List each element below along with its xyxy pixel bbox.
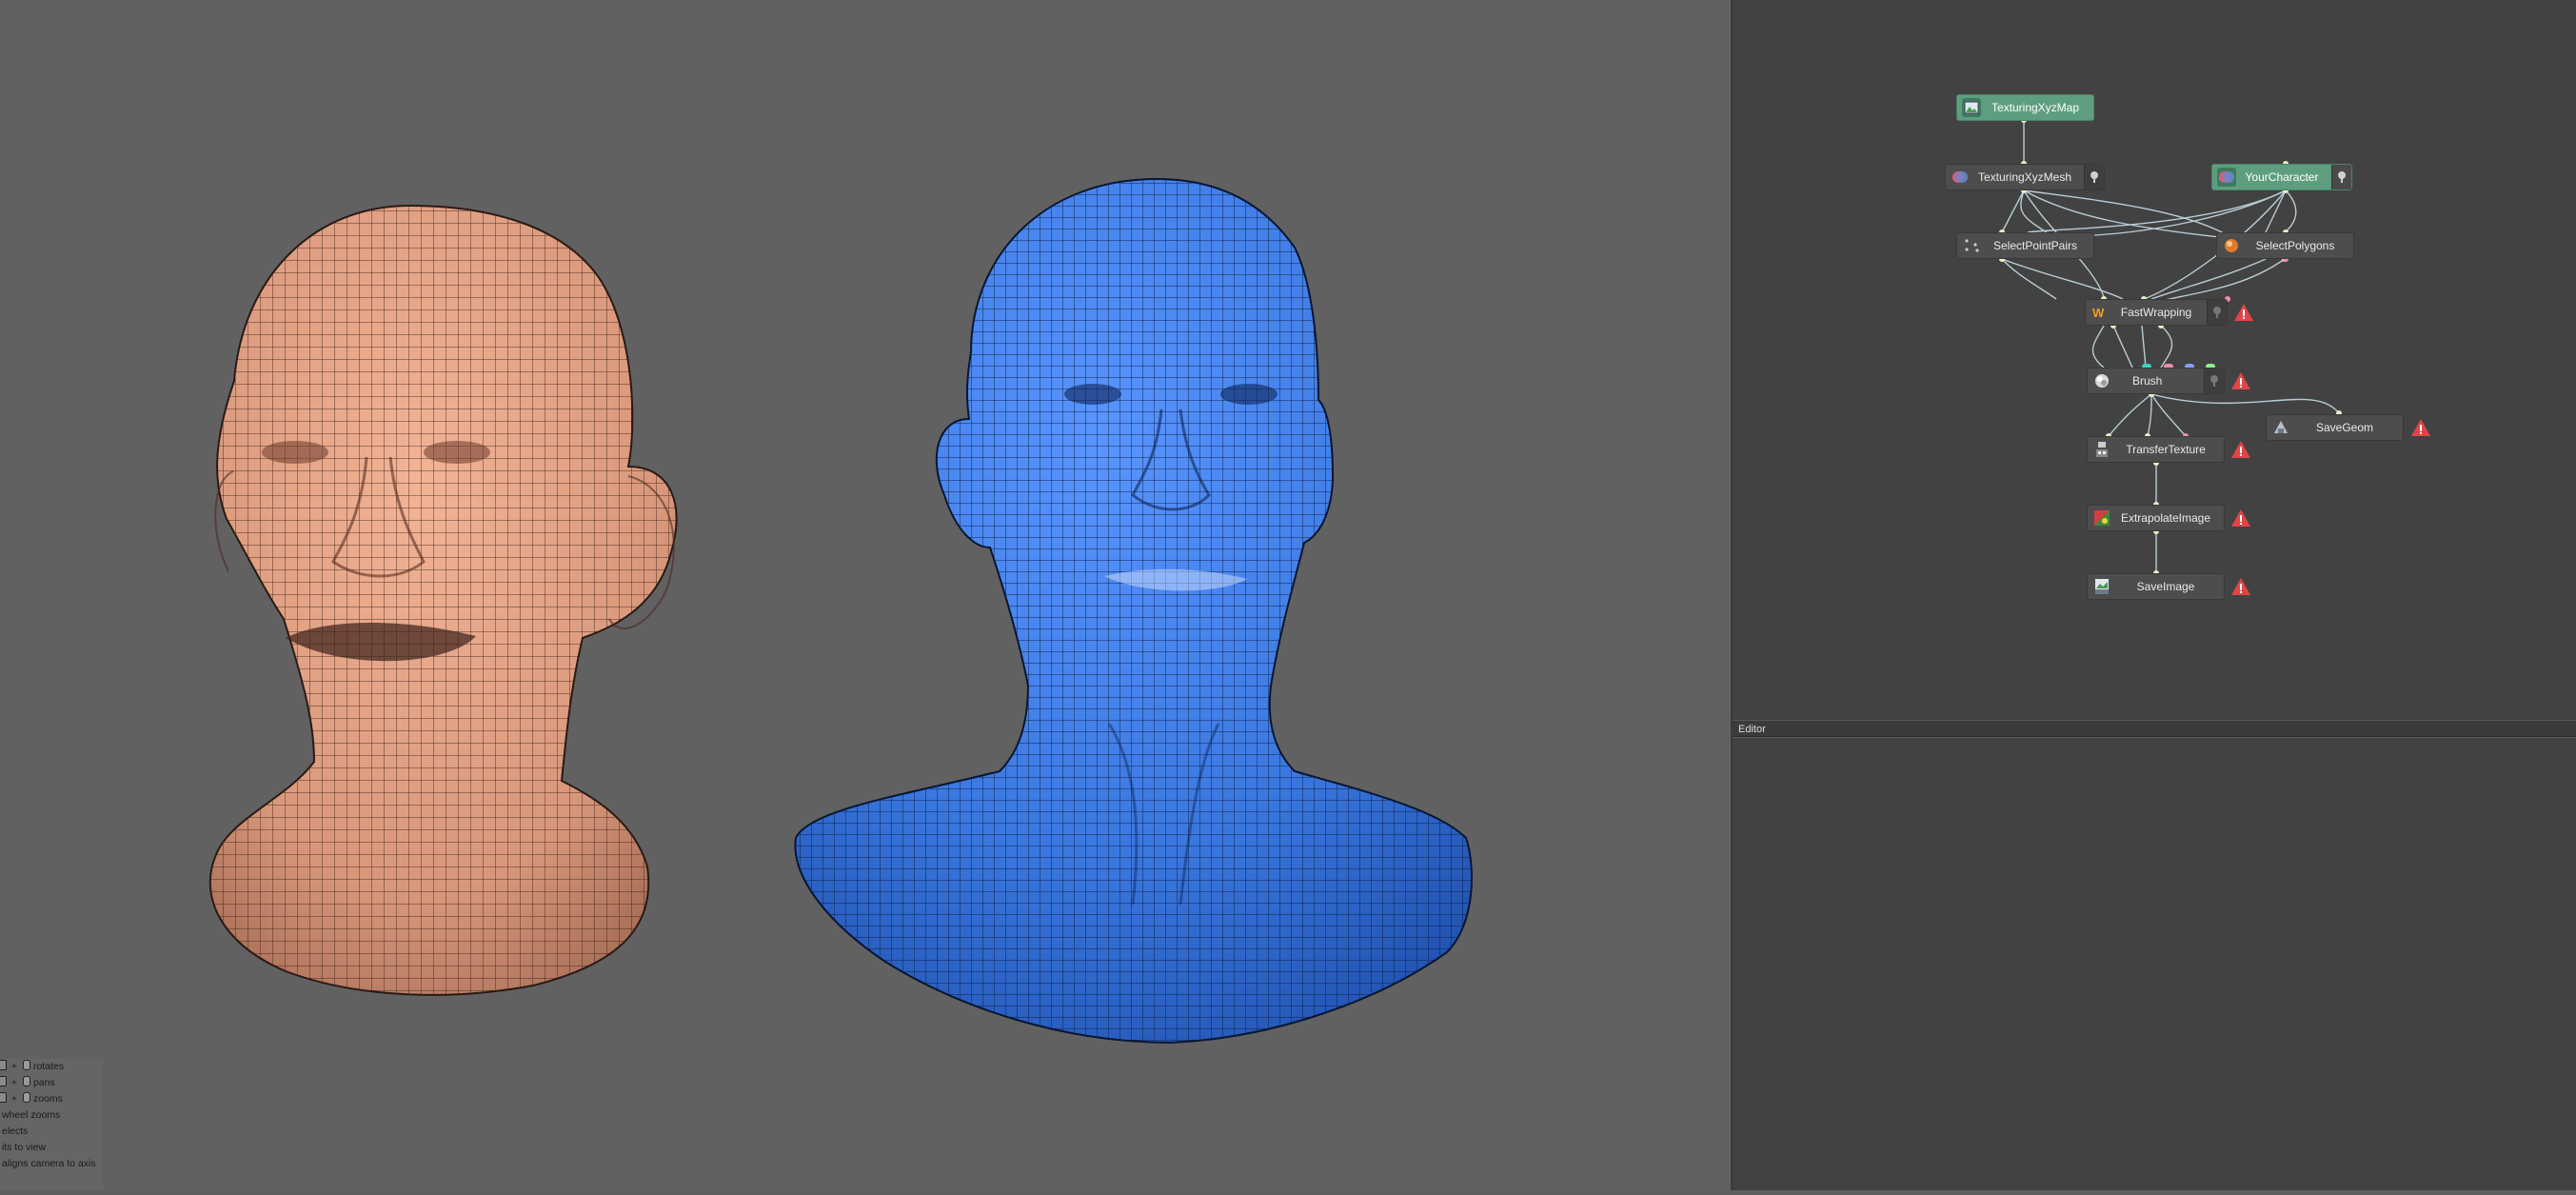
key-icon (0, 1060, 7, 1070)
node-extrapolate-image[interactable]: ExtrapolateImage (2087, 505, 2225, 531)
node-graph-panel[interactable]: TexturingXyzMap TexturingXyzMesh YourCha… (1733, 0, 2576, 720)
editor-panel[interactable] (1733, 738, 2576, 1190)
warning-icon (2231, 578, 2250, 595)
polygons-icon (2222, 236, 2241, 255)
key-icon (0, 1076, 7, 1086)
help-line: + zooms (0, 1091, 103, 1107)
node-transfer-texture[interactable]: TransferTexture (2087, 436, 2225, 463)
node-your-character[interactable]: YourCharacter (2211, 164, 2352, 190)
transfer-icon (2092, 440, 2111, 459)
warning-icon (2234, 304, 2253, 321)
node-brush[interactable]: Brush (2087, 368, 2225, 394)
mesh-icon (1951, 168, 1970, 187)
base-character-mesh[interactable] (794, 177, 1473, 1045)
node-select-point-pairs[interactable]: SelectPointPairs (1956, 232, 2094, 259)
save-geom-icon (2271, 418, 2290, 437)
editor-header[interactable]: Editor (1733, 720, 2576, 737)
help-line: + pans (0, 1075, 103, 1091)
editor-title: Editor (1738, 724, 1766, 735)
wrap-icon: W (2091, 303, 2110, 322)
warning-icon (2231, 372, 2250, 389)
head-scan-mesh[interactable] (208, 204, 678, 996)
warning-icon (2411, 419, 2430, 436)
node-select-polygons[interactable]: SelectPolygons (2216, 232, 2354, 259)
pin-icon[interactable] (2331, 165, 2351, 189)
help-line: wheel zooms (2, 1109, 61, 1121)
node-save-geom[interactable]: SaveGeom (2266, 414, 2404, 441)
viewport-help-overlay: + rotates + pans + zooms wheel zooms ele… (0, 1059, 103, 1190)
node-fast-wrapping[interactable]: W FastWrapping (2085, 299, 2228, 326)
pin-icon[interactable] (2207, 300, 2227, 325)
svg-text:W: W (2092, 306, 2105, 320)
mesh-icon (2217, 168, 2236, 187)
graph-wires (1999, 117, 2342, 576)
viewport-3d[interactable]: + rotates + pans + zooms wheel zooms ele… (0, 0, 1731, 1190)
help-line: elects (2, 1125, 29, 1137)
save-image-icon (2092, 577, 2111, 596)
node-texturing-xyz-mesh[interactable]: TexturingXyzMesh (1945, 164, 2105, 190)
node-save-image[interactable]: SaveImage (2087, 573, 2225, 600)
pin-icon[interactable] (2084, 165, 2104, 189)
warning-icon (2231, 441, 2250, 458)
pin-icon[interactable] (2204, 368, 2224, 393)
point-pairs-icon (1962, 236, 1981, 255)
mouse-icon (22, 1076, 30, 1086)
image-icon (1962, 98, 1981, 117)
mouse-icon (22, 1060, 30, 1070)
help-line: its to view (2, 1142, 47, 1153)
key-icon (0, 1092, 7, 1103)
help-line: + rotates (0, 1059, 103, 1075)
extrapolate-icon (2092, 508, 2111, 528)
help-line: aligns camera to axis (2, 1158, 96, 1169)
viewport-canvas[interactable] (0, 0, 1731, 1190)
brush-icon (2092, 371, 2111, 390)
warning-icon (2231, 509, 2250, 527)
node-texturing-xyz-map[interactable]: TexturingXyzMap (1956, 94, 2094, 121)
mouse-icon (22, 1092, 30, 1103)
